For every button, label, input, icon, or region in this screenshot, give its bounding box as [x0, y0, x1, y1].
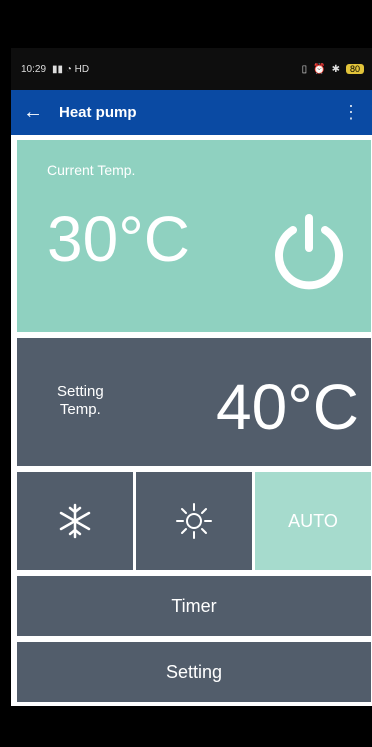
setting-temp-label: Setting Temp. [57, 383, 104, 419]
phone-screen: 10:29 ▮▮ ◔ HD ▯ ⏰ ✱ 80 ← Heat pump ⋮ Cur… [11, 0, 372, 747]
snowflake-icon [59, 503, 91, 539]
top-black-band [11, 0, 372, 48]
timer-button[interactable]: Timer [17, 576, 371, 636]
more-icon[interactable]: ⋮ [342, 102, 360, 123]
bottom-black-band [11, 706, 372, 747]
back-arrow-icon[interactable]: ← [23, 101, 59, 124]
current-temp-value: 30°C [47, 203, 190, 275]
sun-icon [176, 503, 212, 539]
page-title: Heat pump [59, 104, 137, 121]
setting-temp-label-line2: Temp. [59, 401, 101, 418]
auto-mode-button[interactable]: AUTO [255, 472, 371, 570]
cool-mode-button[interactable] [17, 472, 133, 570]
mode-selector: AUTO [17, 472, 371, 570]
setting-temp-value: 40°C [216, 371, 359, 443]
app-bar: ← Heat pump ⋮ [11, 90, 372, 135]
alarm-icon: ⏰ [313, 63, 326, 75]
current-temp-panel: Current Temp. 30°C [17, 140, 371, 332]
setting-temp-label-line1: Setting [57, 383, 104, 400]
vibrate-icon: ▯ [301, 63, 308, 75]
auto-label: AUTO [288, 510, 338, 531]
status-bar: 10:29 ▮▮ ◔ HD ▯ ⏰ ✱ 80 [11, 48, 372, 90]
clock: 10:29 [21, 63, 47, 75]
bluetooth-icon: ✱ [331, 63, 340, 75]
setting-button[interactable]: Setting [17, 642, 371, 702]
setting-temp-panel[interactable]: Setting Temp. 40°C [17, 338, 371, 466]
signal-wifi-icons: ▮▮ ◔ HD [52, 63, 90, 75]
current-temp-label: Current Temp. [47, 162, 136, 178]
power-icon[interactable] [269, 210, 349, 290]
battery-icon: 80 [345, 64, 364, 74]
heat-mode-button[interactable] [136, 472, 252, 570]
